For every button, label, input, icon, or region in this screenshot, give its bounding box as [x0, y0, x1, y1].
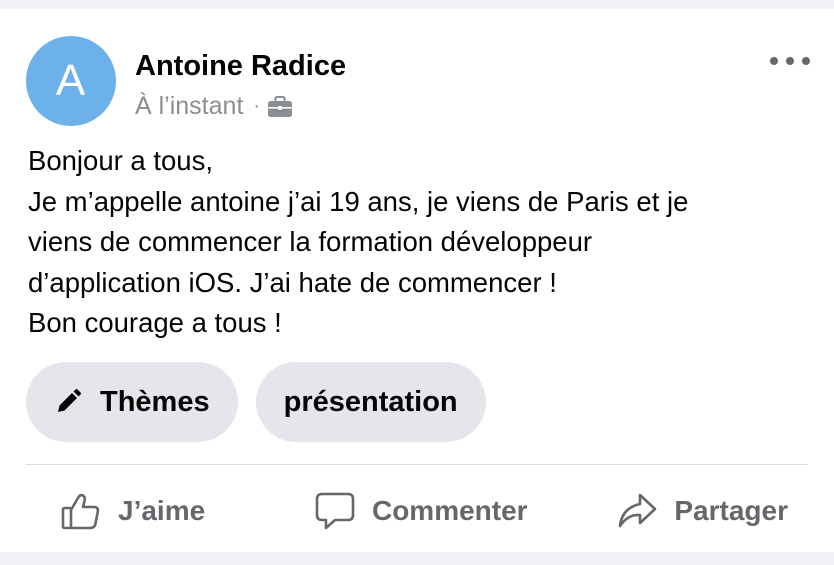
post-body: Bonjour a tous, Je m’appelle antoine j’a… [28, 141, 818, 344]
pencil-icon [54, 388, 82, 416]
comment-label: Commenter [371, 495, 528, 526]
post-timestamp[interactable]: À l’instant [135, 92, 243, 121]
avatar[interactable]: A [26, 36, 116, 126]
post-meta: À l’instant · [135, 92, 293, 121]
themes-chip[interactable]: Thèmes [26, 362, 238, 442]
share-label: Partager [674, 495, 788, 526]
comment-button[interactable]: Commenter [314, 479, 528, 543]
thumbs-up-icon [61, 493, 100, 530]
like-label: J’aime [118, 495, 206, 526]
presentation-chip[interactable]: présentation [255, 362, 486, 442]
post-body-line: Je m’appelle antoine j’ai 19 ans, je vie… [28, 185, 689, 217]
more-options-icon[interactable] [770, 52, 810, 70]
meta-separator: · [253, 95, 261, 117]
post-body-line: d’application iOS. J’ai hate de commence… [28, 266, 557, 298]
post-body-line: Bon courage a tous ! [28, 307, 282, 338]
topic-chips: Thèmes présentation [26, 362, 486, 442]
author-name[interactable]: Antoine Radice [135, 50, 346, 83]
divider [26, 464, 808, 465]
presentation-chip-label: présentation [283, 385, 458, 418]
post-body-line: Bonjour a tous, [28, 145, 213, 176]
post-actions: J’aime Commenter Partager [26, 479, 808, 543]
post-header: A Antoine Radice À l’instant · [26, 36, 810, 126]
like-button[interactable]: J’aime [60, 479, 205, 543]
share-button[interactable]: Partager [616, 479, 788, 543]
post-card: A Antoine Radice À l’instant · Bonjour a… [0, 9, 834, 552]
comment-icon [315, 492, 355, 530]
briefcase-icon [267, 95, 293, 118]
post-body-line: viens de commencer la formation développ… [28, 226, 593, 257]
themes-chip-label: Thèmes [100, 385, 210, 418]
share-icon [619, 493, 657, 528]
